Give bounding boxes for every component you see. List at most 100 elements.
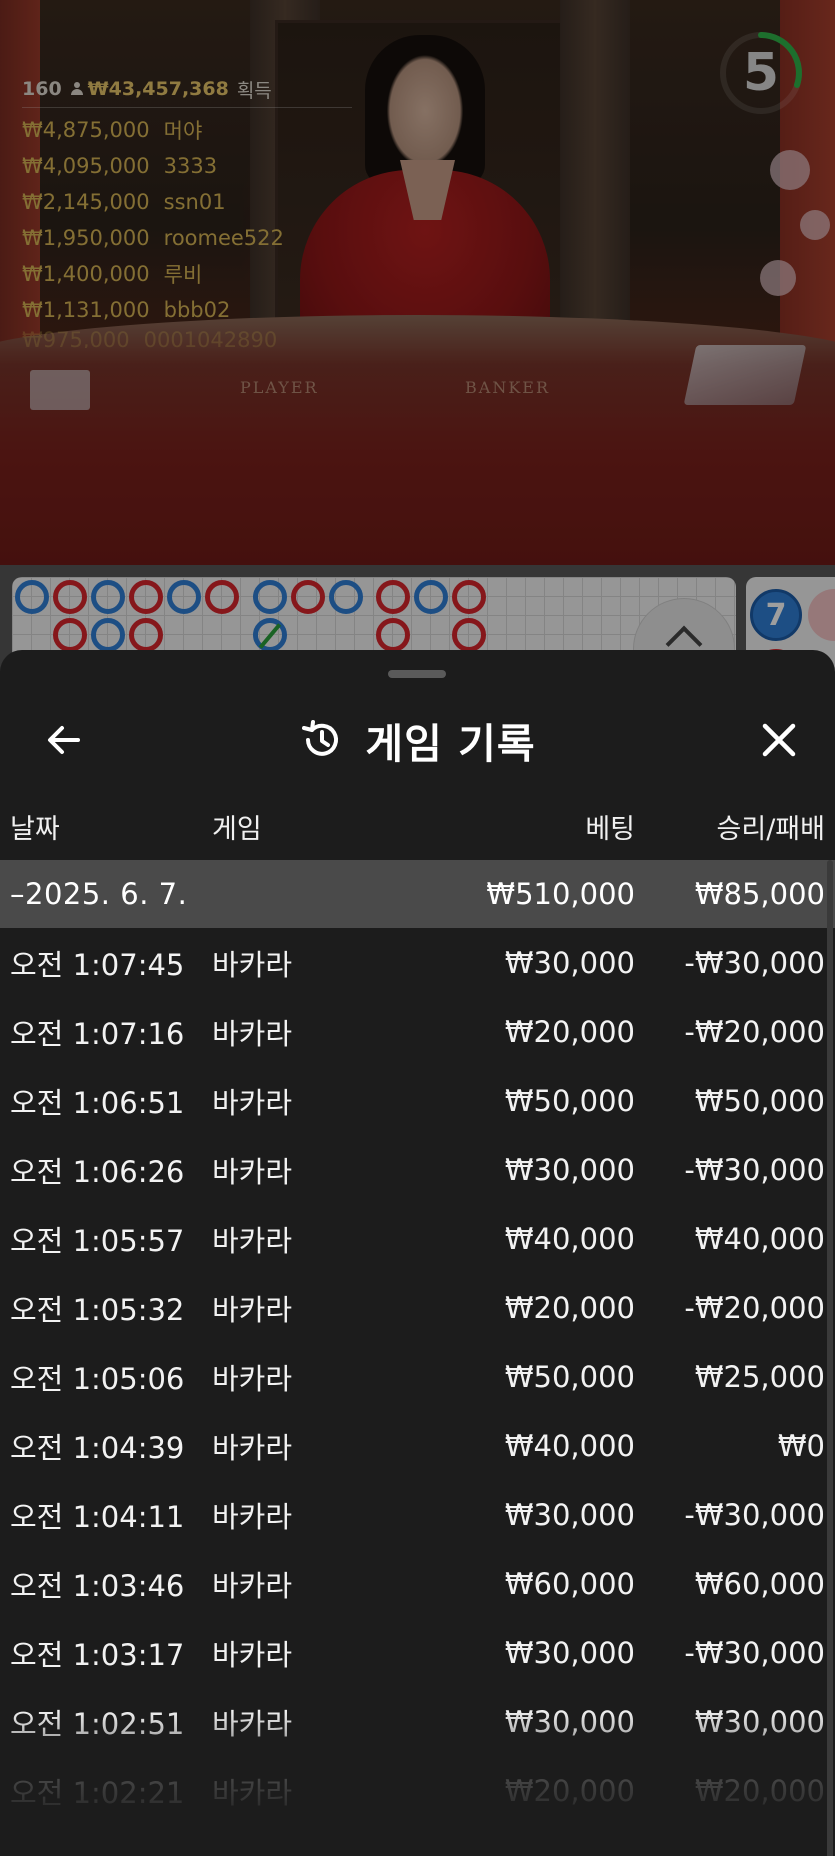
bead-banker <box>129 618 163 652</box>
row-time: 오전 1:07:45 <box>10 947 185 982</box>
winners-total: ₩43,457,368 <box>87 78 229 100</box>
bead-player <box>91 580 125 614</box>
history-row[interactable]: 오전 1:04:39 바카라 ₩40,000 ₩0 <box>0 1411 835 1480</box>
column-result[interactable]: 승리/패배 <box>717 807 825 846</box>
winner-row: ₩1,131,000 bbb02 <box>22 292 352 328</box>
bead-banker <box>376 580 410 614</box>
row-result: -₩30,000 <box>684 1152 825 1187</box>
row-result: ₩40,000 <box>694 1221 825 1256</box>
history-row[interactable]: 오전 1:06:51 바카라 ₩50,000 ₩50,000 <box>0 1066 835 1135</box>
bead-player <box>253 618 287 652</box>
history-row[interactable]: 오전 1:05:57 바카라 ₩40,000 ₩40,000 <box>0 1204 835 1273</box>
winner-row: ₩2,145,000 ssn01 <box>22 184 352 220</box>
live-video: PLAYER BANKER 160 ₩43,457,368 획득 ₩4,875,… <box>0 0 835 565</box>
row-result: -₩30,000 <box>684 945 825 980</box>
row-time: 오전 1:04:11 <box>10 1499 185 1534</box>
tie-mark <box>258 623 282 649</box>
row-bet: ₩40,000 <box>504 1428 635 1463</box>
history-icon <box>302 720 339 756</box>
winners-header: 160 ₩43,457,368 획득 <box>22 74 352 104</box>
row-result: ₩0 <box>777 1428 825 1463</box>
row-result: ₩60,000 <box>694 1566 825 1601</box>
row-bet: ₩40,000 <box>504 1221 635 1256</box>
blossom-decor <box>760 260 796 296</box>
winner-name: 머야 <box>163 119 203 143</box>
winner-row: ₩1,400,000 루비 <box>22 256 352 292</box>
row-bet: ₩60,000 <box>504 1566 635 1601</box>
bead-player <box>15 580 49 614</box>
history-row[interactable]: 오전 1:05:32 바카라 ₩20,000 -₩20,000 <box>0 1273 835 1342</box>
row-time: 오전 1:07:16 <box>10 1016 185 1051</box>
row-bet: ₩30,000 <box>504 1635 635 1670</box>
table-label-banker: BANKER <box>465 378 550 397</box>
winner-row: ₩975,000 0001042890 <box>22 328 352 348</box>
row-game: 바카라 <box>212 1637 293 1672</box>
row-bet: ₩30,000 <box>504 1497 635 1532</box>
history-row[interactable]: 오전 1:06:26 바카라 ₩30,000 -₩30,000 <box>0 1135 835 1204</box>
bead-player <box>253 580 287 614</box>
column-date[interactable]: 날짜 <box>10 807 60 846</box>
row-result: -₩30,000 <box>684 1497 825 1532</box>
drag-handle[interactable] <box>388 670 446 678</box>
row-bet: ₩30,000 <box>504 1704 635 1739</box>
row-time: 오전 1:05:57 <box>10 1223 185 1258</box>
close-button[interactable] <box>753 714 805 766</box>
winners-list: 160 ₩43,457,368 획득 ₩4,875,000 머야 ₩4,095,0… <box>22 74 352 348</box>
bead-banker <box>205 580 239 614</box>
row-game: 바카라 <box>212 1775 293 1810</box>
row-bet: ₩50,000 <box>504 1359 635 1394</box>
history-row[interactable]: 오전 1:07:16 바카라 ₩20,000 -₩20,000 <box>0 997 835 1066</box>
row-result: -₩20,000 <box>684 1014 825 1049</box>
sheet-title-wrap: 게임 기록 <box>0 700 835 780</box>
bead-player <box>167 580 201 614</box>
winner-row: ₩4,095,000 3333 <box>22 148 352 184</box>
row-game: 바카라 <box>212 1430 293 1465</box>
row-bet: ₩50,000 <box>504 1083 635 1118</box>
back-button[interactable] <box>38 714 90 766</box>
winner-name: 0001042890 <box>143 328 278 348</box>
row-game: 바카라 <box>212 1499 293 1534</box>
column-bet[interactable]: 베팅 <box>585 807 635 846</box>
decor-pillar <box>560 0 630 360</box>
history-row[interactable]: 오전 1:03:17 바카라 ₩30,000 -₩30,000 <box>0 1618 835 1687</box>
card-discard-box <box>30 370 90 410</box>
date-group-row[interactable]: –2025. 6. 7. ₩510,000 ₩85,000 <box>0 860 835 928</box>
row-game: 바카라 <box>212 1706 293 1741</box>
blossom-decor <box>770 150 810 190</box>
row-time: 오전 1:05:06 <box>10 1361 185 1396</box>
row-game: 바카라 <box>212 1085 293 1120</box>
divider <box>22 107 352 108</box>
row-result: ₩20,000 <box>694 1773 825 1808</box>
row-bet: ₩30,000 <box>504 1152 635 1187</box>
bead-banker <box>452 618 486 652</box>
history-row[interactable]: 오전 1:02:21 바카라 ₩20,000 ₩20,000 <box>0 1756 835 1825</box>
dealer-face <box>380 45 470 165</box>
winner-row: ₩4,875,000 머야 <box>22 112 352 148</box>
column-game[interactable]: 게임 <box>212 807 262 846</box>
row-bet: ₩30,000 <box>504 945 635 980</box>
history-row[interactable]: 오전 1:02:51 바카라 ₩30,000 ₩30,000 <box>0 1687 835 1756</box>
row-result: -₩20,000 <box>684 1290 825 1325</box>
history-row[interactable]: 오전 1:07:45 바카라 ₩30,000 -₩30,000 <box>0 928 835 997</box>
close-icon <box>762 723 796 757</box>
sheet-header: 게임 기록 <box>0 700 835 780</box>
row-game: 바카라 <box>212 1016 293 1051</box>
person-icon <box>70 82 84 96</box>
history-scrollbar[interactable] <box>827 860 833 1856</box>
table-label-player: PLAYER <box>240 378 319 397</box>
history-row[interactable]: 오전 1:04:11 바카라 ₩30,000 -₩30,000 <box>0 1480 835 1549</box>
history-row[interactable]: 오전 1:03:46 바카라 ₩60,000 ₩60,000 <box>0 1549 835 1618</box>
row-game: 바카라 <box>212 1223 293 1258</box>
timer-value: 5 <box>742 43 780 103</box>
bead-banker <box>376 618 410 652</box>
sheet-title: 게임 기록 <box>365 720 536 768</box>
history-row[interactable]: 오전 1:05:06 바카라 ₩50,000 ₩25,000 <box>0 1342 835 1411</box>
winner-amount: ₩1,400,000 <box>22 262 150 286</box>
winner-name: 루비 <box>163 263 203 287</box>
bead-banker <box>129 580 163 614</box>
row-time: 오전 1:06:26 <box>10 1154 185 1189</box>
bead-banker <box>291 580 325 614</box>
row-result: -₩30,000 <box>684 1635 825 1670</box>
row-time: 오전 1:02:51 <box>10 1706 185 1741</box>
row-time: 오전 1:06:51 <box>10 1085 185 1120</box>
